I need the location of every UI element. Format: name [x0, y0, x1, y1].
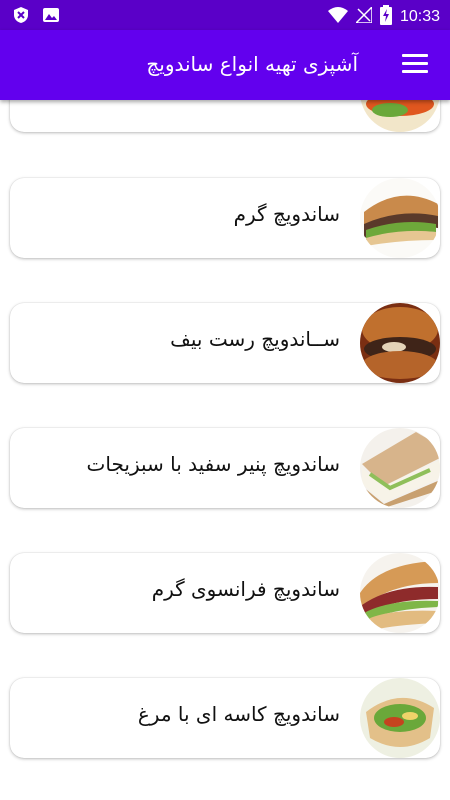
- list-item-label: ساندویچ فرانسوی گرم: [151, 577, 340, 601]
- list-item[interactable]: ساندویچ گرم: [10, 178, 440, 258]
- list-item[interactable]: ســاندویچ رست بیف: [10, 303, 440, 383]
- wifi-icon: [327, 7, 348, 27]
- image-icon: [42, 6, 60, 28]
- hamburger-menu-icon[interactable]: [402, 54, 428, 76]
- sandwich-thumbnail: [360, 678, 440, 758]
- sandwich-thumbnail: [360, 303, 440, 383]
- list-item[interactable]: ساندویچ فرانسوی گرم: [10, 553, 440, 633]
- sandwich-thumbnail: [360, 100, 440, 132]
- list-item[interactable]: ساندویچ کاسه ای با مرغ: [10, 678, 440, 758]
- list-item[interactable]: ساندویچ پنیر سفید با سبزیجات: [10, 428, 440, 508]
- no-signal-icon: [354, 5, 373, 27]
- list-item[interactable]: [10, 100, 440, 132]
- battery-charging-icon: [379, 5, 392, 29]
- status-time: 10:33: [399, 8, 440, 25]
- app-bar: آشپزی تهیه انواع ساندویچ: [0, 30, 450, 100]
- page-title: آشپزی تهیه انواع ساندویچ: [146, 52, 358, 76]
- sandwich-thumbnail: [360, 553, 440, 633]
- list-item-label: ساندویچ گرم: [233, 202, 340, 226]
- sandwich-thumbnail: [360, 178, 440, 258]
- sandwich-thumbnail: [360, 428, 440, 508]
- list-item-label: ســاندویچ رست بیف: [170, 327, 340, 351]
- sandwich-list[interactable]: ساندویچ گرم ســاندویچ رست بیف ساندویچ پن: [0, 100, 450, 800]
- shield-x-icon: [12, 6, 30, 28]
- status-bar: 10:33: [0, 0, 450, 30]
- list-item-label: ساندویچ پنیر سفید با سبزیجات: [86, 452, 340, 476]
- list-item-label: ساندویچ کاسه ای با مرغ: [137, 702, 340, 726]
